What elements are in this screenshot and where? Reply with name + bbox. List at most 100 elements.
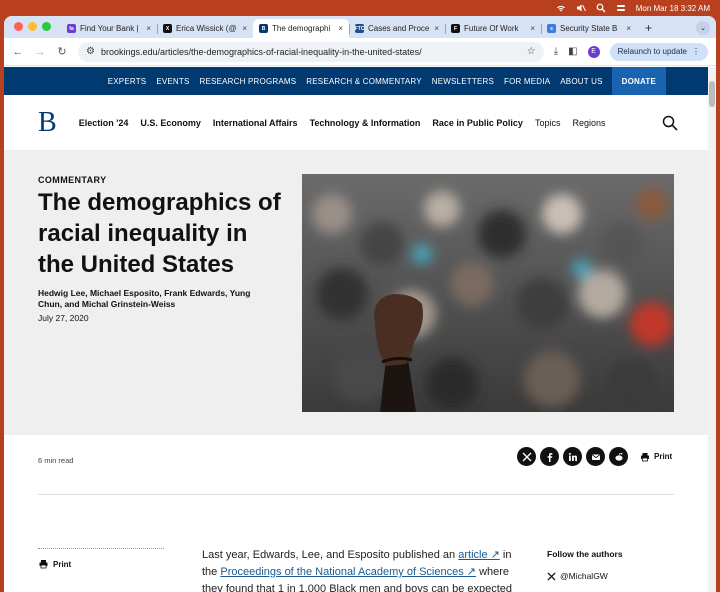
browser-tab[interactable]: FTC Cases and Proce × <box>349 19 445 38</box>
control-center-icon[interactable] <box>616 3 626 13</box>
main-nav-dropdown[interactable]: Topics <box>535 118 561 128</box>
search-icon[interactable] <box>662 115 678 131</box>
tab-label: Security State B <box>560 24 618 33</box>
read-time: 6 min read <box>38 456 74 465</box>
main-nav-link[interactable]: Technology & Information <box>310 118 421 128</box>
close-tab-icon[interactable]: × <box>626 24 631 33</box>
x-logo-icon <box>547 571 556 581</box>
brookings-logo[interactable]: B <box>38 107 57 139</box>
article-date: July 27, 2020 <box>38 313 89 323</box>
address-bar[interactable]: ⚙ brookings.edu/articles/the-demographic… <box>78 41 544 62</box>
donate-button[interactable]: DONATE <box>611 67 666 95</box>
utility-nav-link[interactable]: FOR MEDIA <box>499 77 555 86</box>
sidebar-print[interactable]: Print <box>38 548 164 569</box>
print-label: Print <box>654 452 673 461</box>
tab-search-chevron-icon[interactable]: ⌄ <box>696 21 710 35</box>
wifi-icon[interactable] <box>556 3 566 13</box>
relaunch-button[interactable]: Relaunch to update ⋮ <box>609 42 708 61</box>
main-nav-link[interactable]: Election '24 <box>79 118 129 128</box>
reddit-share-icon[interactable] <box>609 447 628 466</box>
tab-label: Future Of Work <box>464 24 519 33</box>
close-tab-icon[interactable]: × <box>338 24 343 33</box>
spotlight-search-icon[interactable] <box>596 3 606 13</box>
main-nav: B Election '24 U.S. Economy International … <box>4 95 716 151</box>
article-authors[interactable]: Hedwig Lee, Michael Esposito, Frank Edwa… <box>38 288 270 310</box>
browser-tab[interactable]: B The demographi × <box>253 19 349 38</box>
main-nav-dropdown[interactable]: Regions <box>572 118 605 128</box>
close-tab-icon[interactable]: × <box>434 24 439 33</box>
utility-nav-link[interactable]: ABOUT US <box>555 77 607 86</box>
tab-label: Cases and Proce <box>368 24 430 33</box>
facebook-share-icon[interactable] <box>540 447 559 466</box>
article-type-label: COMMENTARY <box>38 175 107 185</box>
tab-label: Erica Wissick (@ <box>176 24 237 33</box>
share-icons: Print <box>517 447 672 466</box>
main-nav-link[interactable]: U.S. Economy <box>140 118 201 128</box>
pnas-link[interactable]: Proceedings of the National Academy of S… <box>220 566 476 578</box>
utility-nav-link[interactable]: RESEARCH & COMMENTARY <box>301 77 426 86</box>
tab-favicon-icon: X <box>163 24 172 33</box>
linkedin-share-icon[interactable] <box>563 447 582 466</box>
menubar-clock[interactable]: Mon Mar 18 3:32 AM <box>636 4 710 13</box>
tab-strip: fa Find Your Bank | × X Erica Wissick (@ × B Th… <box>4 16 716 38</box>
author-x-link[interactable]: @MichalGW <box>547 571 687 581</box>
article-hero: COMMENTARY The demographics of racial in… <box>4 151 708 435</box>
reload-icon[interactable]: ↻ <box>56 45 68 58</box>
browser-tab[interactable]: fa Find Your Bank | × <box>61 19 157 38</box>
forward-arrow-icon[interactable]: → <box>34 46 46 58</box>
bookmark-star-icon[interactable]: ☆ <box>527 46 536 57</box>
email-share-icon[interactable] <box>586 447 605 466</box>
tab-favicon-icon: FTC <box>354 24 365 33</box>
article-link-label: article <box>458 549 488 561</box>
tab-favicon-icon: fa <box>67 24 76 33</box>
tab-favicon-icon: s <box>547 24 556 33</box>
more-menu-icon: ⋮ <box>692 47 700 56</box>
utility-nav-link[interactable]: EVENTS <box>151 77 194 86</box>
browser-tab[interactable]: X Erica Wissick (@ × <box>157 19 253 38</box>
utility-nav-link[interactable]: RESEARCH PROGRAMS <box>195 77 302 86</box>
close-tab-icon[interactable]: × <box>146 24 151 33</box>
main-nav-link[interactable]: International Affairs <box>213 118 298 128</box>
back-arrow-icon[interactable]: ← <box>12 46 24 58</box>
article-link[interactable]: article ↗ <box>458 549 500 561</box>
side-panel-icon[interactable]: ◧ <box>568 46 577 57</box>
profile-avatar[interactable]: E <box>587 45 600 58</box>
utility-nav-link[interactable]: EXPERTS <box>103 77 152 86</box>
follow-authors: Follow the authors @MichalGW <box>547 549 687 581</box>
sidebar-print-label: Print <box>53 559 72 569</box>
close-window-button[interactable] <box>14 22 23 31</box>
main-nav-link[interactable]: Race in Public Policy <box>432 118 523 128</box>
protest-fist-photo <box>302 174 674 412</box>
printer-icon <box>641 452 649 461</box>
system-menubar: Mon Mar 18 3:32 AM <box>0 0 720 16</box>
close-tab-icon[interactable]: × <box>242 24 247 33</box>
browser-toolbar: ← → ↻ ⚙ brookings.edu/articles/the-demog… <box>4 38 716 66</box>
tab-label: The demographi <box>272 24 331 33</box>
download-icon[interactable]: ⤓ <box>554 46 558 57</box>
share-bar: 6 min read Print <box>4 435 708 495</box>
webpage: EXPERTS EVENTS RESEARCH PROGRAMS RESEARCH &… <box>4 67 716 592</box>
browser-window: fa Find Your Bank | × X Erica Wissick (@ × B Th… <box>4 16 716 592</box>
tab-favicon-icon: F <box>451 24 460 33</box>
printer-icon <box>39 560 48 569</box>
close-tab-icon[interactable]: × <box>530 24 535 33</box>
x-share-icon[interactable] <box>517 447 536 466</box>
article-title: The demographics of racial inequality in… <box>38 189 281 278</box>
zoom-window-button[interactable] <box>42 22 51 31</box>
tab-favicon-icon: B <box>259 24 268 33</box>
follow-heading: Follow the authors <box>547 549 623 559</box>
body-text: Last year, Edwards, Lee, and Esposito pu… <box>202 549 459 561</box>
page-scrollbar[interactable] <box>708 67 716 592</box>
print-button[interactable]: Print <box>640 452 672 462</box>
browser-tab[interactable]: s Security State B × <box>541 19 637 38</box>
new-tab-button[interactable]: + <box>637 21 660 38</box>
site-info-icon[interactable]: ⚙ <box>86 46 95 57</box>
minimize-window-button[interactable] <box>28 22 37 31</box>
browser-tab[interactable]: F Future Of Work × <box>445 19 541 38</box>
url-text[interactable]: brookings.edu/articles/the-demographics-… <box>101 47 521 57</box>
scrollbar-thumb[interactable] <box>709 81 715 107</box>
utility-nav-link[interactable]: NEWSLETTERS <box>427 77 499 86</box>
mute-icon[interactable] <box>576 3 586 13</box>
author-handle: @MichalGW <box>560 571 608 581</box>
content-divider <box>38 494 674 495</box>
